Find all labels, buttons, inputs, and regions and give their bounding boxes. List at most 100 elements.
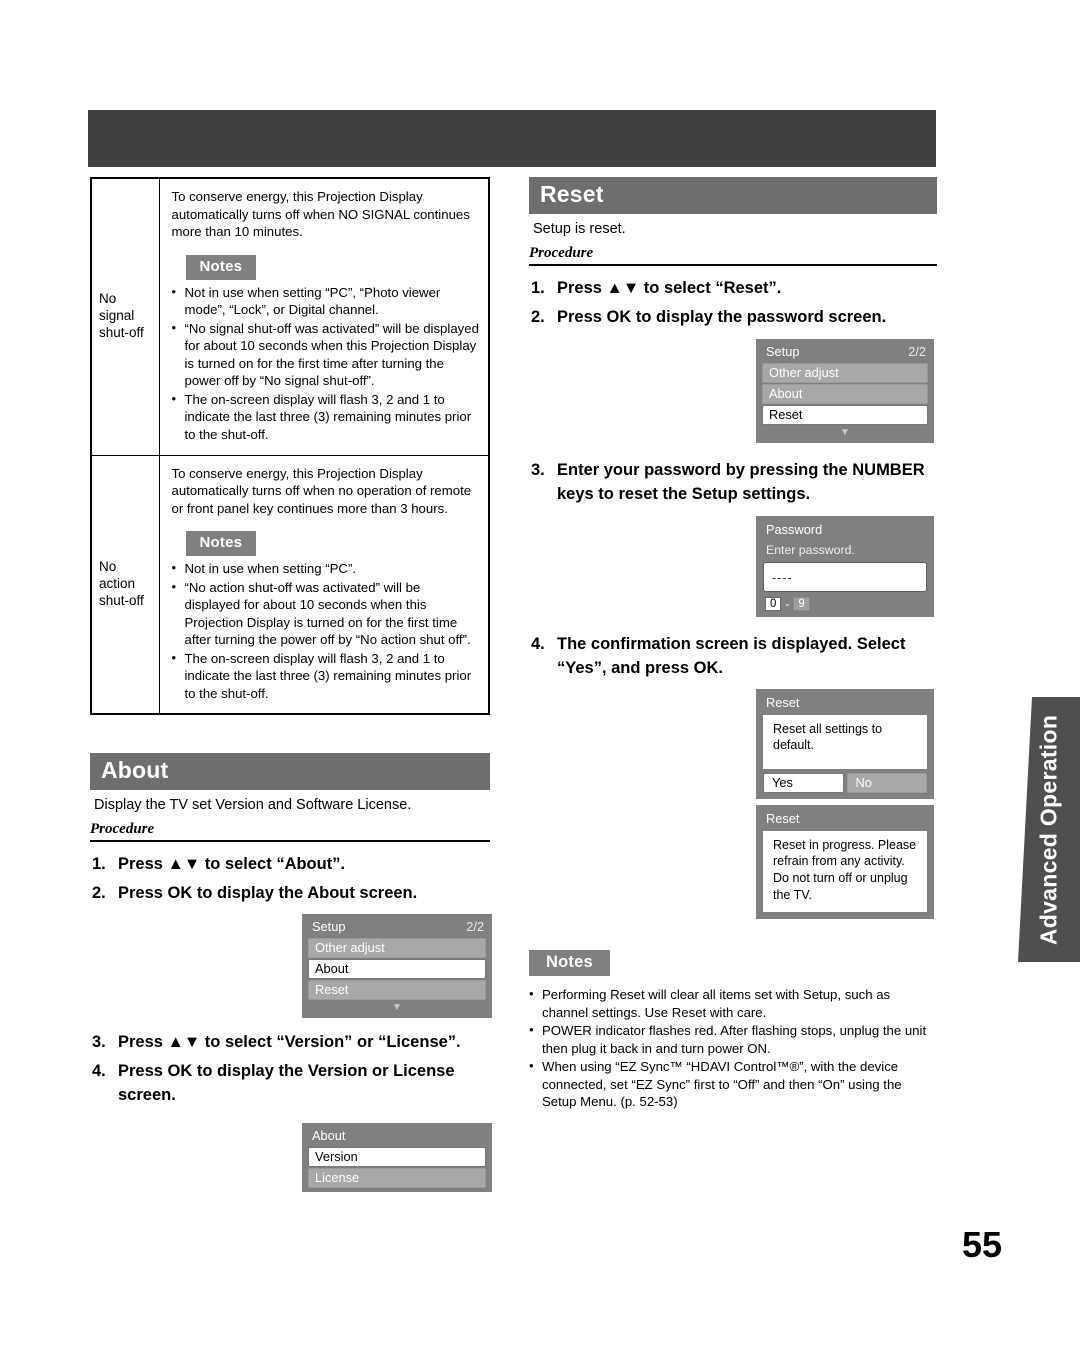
reset-section-title: Reset	[529, 177, 937, 214]
table-row: No signal shut-off To conserve energy, t…	[90, 177, 490, 456]
list-item: 3. Enter your password by pressing the NU…	[529, 459, 937, 507]
osd-titlebar: About	[305, 1126, 489, 1146]
step-number: 1.	[531, 279, 545, 297]
list-item: The on-screen display will flash 3, 2 an…	[172, 390, 480, 444]
osd-page-indicator: 2/2	[908, 343, 926, 359]
notes-list: Not in use when setting “PC”. “No action…	[172, 559, 480, 703]
row-intro-text: To conserve energy, this Projection Disp…	[171, 465, 472, 516]
step-number: 1.	[92, 855, 106, 874]
list-item: “No signal shut-off was activated” will …	[172, 319, 480, 390]
step-number: 4.	[92, 1062, 106, 1081]
list-item: 1. Press ▲▼ to select “About”.	[90, 853, 490, 877]
reset-step-4: 4. The confirmation screen is displayed. …	[529, 633, 937, 681]
about-steps: 1. Press ▲▼ to select “About”. 2. Press OK…	[90, 853, 490, 906]
setup-osd-about[interactable]: Setup 2/2 Other adjust About Reset ▼	[302, 914, 492, 1019]
side-tab-advanced-operation: Advanced Operation	[1018, 697, 1080, 962]
osd-titlebar: Reset	[759, 693, 931, 713]
step-number: 2.	[92, 884, 106, 903]
row-label-no-action: No action shut-off	[90, 454, 160, 715]
osd-title-text: About	[312, 1128, 346, 1144]
osd-titlebar: Setup 2/2	[305, 917, 489, 937]
step-text: Press ▲▼ to select “About”.	[118, 855, 346, 874]
list-item: The on-screen display will flash 3, 2 an…	[172, 649, 480, 703]
chevron-down-icon[interactable]: ▼	[759, 426, 931, 440]
step-text: Press OK to display the password screen.	[557, 307, 887, 326]
osd-titlebar: Setup 2/2	[759, 342, 931, 362]
list-item: POWER indicator flashes red. After flash…	[529, 1021, 937, 1057]
osd-title-text: Setup	[312, 919, 346, 935]
right-column: Reset Setup is reset. Procedure 1. Press …	[529, 177, 937, 1112]
no-button[interactable]: No	[846, 772, 927, 793]
about-section-title: About	[90, 753, 490, 791]
yes-button[interactable]: Yes	[763, 772, 844, 793]
table-row: No action shut-off To conserve energy, t…	[90, 454, 490, 715]
shutoff-spec-table: No signal shut-off To conserve energy, t…	[90, 177, 490, 716]
about-procedure-label: Procedure	[90, 821, 490, 843]
osd-item-about[interactable]: About	[308, 959, 486, 980]
osd-item-reset[interactable]: Reset	[762, 404, 928, 425]
row-intro-text: To conserve energy, this Projection Disp…	[171, 189, 470, 240]
osd-titlebar: Password	[759, 520, 931, 540]
reset-progress-osd: Reset Reset in progress. Please refrain …	[756, 804, 934, 920]
list-item: Performing Reset will clear all items se…	[529, 985, 937, 1021]
step-text: Press ▲▼ to select “Reset”.	[557, 279, 782, 297]
range-separator: -	[785, 596, 790, 611]
osd-item-version[interactable]: Version	[308, 1147, 486, 1168]
about-steps-continued: 3. Press ▲▼ to select “Version” or “Licen…	[90, 1031, 490, 1108]
notes-badge: Notes	[185, 254, 257, 280]
step-number: 3.	[531, 460, 545, 479]
step-text: The confirmation screen is displayed. Se…	[557, 634, 906, 677]
key-9: 9	[793, 596, 810, 611]
about-osd[interactable]: About Version License	[302, 1123, 492, 1193]
row-label-no-signal: No signal shut-off	[90, 177, 160, 456]
reset-notes-list: Performing Reset will clear all items se…	[529, 985, 937, 1111]
notes-badge: Notes	[185, 531, 257, 557]
password-range-hint: 0 - 9	[759, 596, 931, 614]
page-header-band	[88, 110, 936, 167]
step-text: Enter your password by pressing the NUMB…	[557, 460, 925, 503]
password-input[interactable]: ----	[763, 561, 927, 592]
step-number: 4.	[531, 634, 545, 653]
confirm-message: Reset all settings to default.	[763, 714, 927, 769]
osd-page-indicator: 2/2	[466, 919, 484, 935]
page-number: 55	[961, 1224, 1002, 1265]
osd-item-other-adjust[interactable]: Other adjust	[308, 938, 486, 959]
step-text: Press ▲▼ to select “Version” or “License…	[118, 1033, 461, 1052]
step-number: 2.	[531, 307, 545, 326]
list-item: 4. Press OK to display the Version or Lic…	[90, 1060, 490, 1108]
reset-steps: 1. Press ▲▼ to select “Reset”. 2. Press OK…	[529, 277, 937, 330]
step-text: Press OK to display the Version or Licen…	[118, 1062, 455, 1105]
list-item: 1. Press ▲▼ to select “Reset”.	[529, 277, 937, 301]
progress-message: Reset in progress. Please refrain from a…	[763, 830, 927, 913]
reset-confirm-osd[interactable]: Reset Reset all settings to default. Yes…	[756, 688, 934, 799]
osd-title-text: Reset	[766, 810, 800, 826]
side-tab-label: Advanced Operation	[1035, 714, 1062, 945]
list-item: “No action shut-off was activated” will …	[172, 578, 480, 649]
step-text: Press OK to display the About screen.	[118, 884, 418, 903]
setup-osd-reset[interactable]: Setup 2/2 Other adjust About Reset ▼	[756, 338, 934, 443]
notes-badge: Notes	[529, 950, 610, 977]
password-osd[interactable]: Password Enter password. ---- 0 - 9	[756, 515, 934, 617]
reset-notes-block: Notes Performing Reset will clear all it…	[529, 948, 937, 1111]
list-item: Not in use when setting “PC”.	[172, 559, 480, 578]
password-prompt: Enter password.	[766, 542, 855, 557]
row-body-no-action: To conserve energy, this Projection Disp…	[158, 454, 490, 715]
osd-item-about[interactable]: About	[762, 383, 928, 404]
chevron-down-icon[interactable]: ▼	[305, 1001, 489, 1015]
osd-title-text: Setup	[766, 343, 800, 359]
osd-title-text: Reset	[766, 694, 800, 710]
left-column: No signal shut-off To conserve energy, t…	[90, 177, 492, 1193]
osd-item-license[interactable]: License	[308, 1168, 486, 1189]
osd-title-text: Password	[766, 521, 823, 537]
reset-procedure-label: Procedure	[529, 245, 937, 266]
osd-item-reset[interactable]: Reset	[308, 980, 486, 1001]
list-item: 4. The confirmation screen is displayed. …	[529, 633, 937, 681]
list-item: Not in use when setting “PC”, “Photo vie…	[172, 283, 480, 319]
list-item: 2. Press OK to display the About screen.	[90, 882, 490, 906]
notes-list: Not in use when setting “PC”, “Photo vie…	[172, 283, 480, 444]
confirm-button-row: Yes No	[763, 772, 927, 793]
key-0: 0	[765, 596, 782, 611]
row-body-no-signal: To conserve energy, this Projection Disp…	[158, 177, 490, 456]
osd-item-other-adjust[interactable]: Other adjust	[762, 362, 928, 383]
osd-titlebar: Reset	[759, 809, 931, 829]
